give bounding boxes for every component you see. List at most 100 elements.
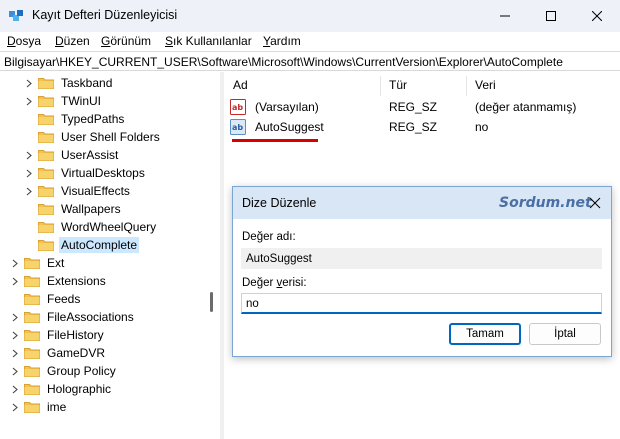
tree-item[interactable]: FileHistory [10,326,106,344]
tree-item[interactable]: FileAssociations [10,308,136,326]
tree-item-label: Feeds [47,292,81,306]
tree-item-label: UserAssist [61,148,119,162]
column-header-type[interactable]: Tür [389,78,407,92]
tree-item[interactable]: VirtualDesktops [24,164,147,182]
chevron-right-icon[interactable] [24,164,34,182]
menu-view[interactable]: Görünüm [101,34,151,48]
value-row[interactable]: ab AutoSuggest REG_SZ no [230,118,620,136]
folder-icon [24,401,40,413]
tree-item[interactable]: VisualEffects [24,182,132,200]
chevron-right-icon[interactable] [24,92,34,110]
tree-item-label: Wallpapers [61,202,121,216]
title-bar: Kayıt Defteri Düzenleyicisi [0,0,620,32]
chevron-right-icon[interactable] [10,344,20,362]
chevron-right-icon[interactable] [10,326,20,344]
folder-icon [38,77,54,89]
tree-item[interactable]: UserAssist [24,146,120,164]
maximize-icon [546,11,556,21]
value-type: REG_SZ [389,100,438,114]
cancel-button[interactable]: İptal [529,323,601,345]
dialog-title-bar: Dize Düzenle Sordum.net [233,187,611,219]
folder-icon [38,239,54,251]
chevron-right-icon[interactable] [10,272,20,290]
tree-item[interactable]: WordWheelQuery [24,218,158,236]
tree-item[interactable]: Feeds [10,290,82,308]
tree-scrollbar[interactable] [203,72,220,439]
tree-item-label: Ext [47,256,65,270]
menu-bar: Dosya Düzen Görünüm Sık Kullanılanlar Ya… [0,32,620,51]
tree-item-label: Holographic [47,382,112,396]
tree-item-label: Taskband [61,76,113,90]
maximize-button[interactable] [528,0,574,32]
folder-icon [38,203,54,215]
edit-string-dialog: Dize Düzenle Sordum.net Değer adı: AutoS… [232,186,612,357]
dialog-close-button[interactable] [587,195,603,211]
tree-item-label: Group Policy [47,364,116,378]
key-tree: Taskband TWinUI TypedPaths User Shell Folde… [0,72,220,439]
chevron-right-icon[interactable] [24,182,34,200]
string-value-icon: ab [230,99,246,115]
tree-item[interactable]: ime [10,398,68,416]
tree-item[interactable]: TypedPaths [24,110,126,128]
tree-item[interactable]: AutoComplete [24,236,140,254]
tree-scrollbar-thumb[interactable] [210,292,213,312]
value-row[interactable]: ab (Varsayılan) REG_SZ (değer atanmamış) [230,98,620,116]
ok-button[interactable]: Tamam [449,323,521,345]
tree-item-label: FileAssociations [47,310,134,324]
minimize-button[interactable] [482,0,528,32]
value-name: (Varsayılan) [255,100,319,114]
tree-item[interactable]: Group Policy [10,362,118,380]
watermark: Sordum.net [499,195,592,211]
tree-item[interactable]: Holographic [10,380,113,398]
value-name: AutoSuggest [255,120,324,134]
folder-icon [24,311,40,323]
tree-item-label: GameDVR [47,346,106,360]
tree-item-label: Extensions [47,274,106,288]
menu-edit[interactable]: Düzen [55,34,90,48]
svg-text:ab: ab [232,123,243,132]
close-button[interactable] [574,0,620,32]
tree-item[interactable]: TWinUI [24,92,103,110]
column-separator[interactable] [466,76,467,96]
chevron-right-icon[interactable] [10,254,20,272]
tree-item[interactable]: GameDVR [10,344,107,362]
folder-icon [24,347,40,359]
folder-icon [38,113,54,125]
tree-item[interactable]: User Shell Folders [24,128,162,146]
menu-file[interactable]: Dosya [7,34,41,48]
tree-item[interactable]: Wallpapers [24,200,123,218]
registry-app-icon [8,8,24,24]
window-title: Kayıt Defteri Düzenleyicisi [32,8,178,22]
value-data-input[interactable]: no [241,293,602,314]
tree-item-label: FileHistory [47,328,104,342]
chevron-right-icon[interactable] [24,146,34,164]
close-icon [589,197,601,209]
column-header-name[interactable]: Ad [233,78,248,92]
chevron-right-icon[interactable] [24,74,34,92]
address-bar[interactable]: Bilgisayar\HKEY_CURRENT_USER\Software\Mi… [0,51,620,71]
folder-icon [38,149,54,161]
tree-item-label: User Shell Folders [61,130,160,144]
chevron-right-icon[interactable] [10,308,20,326]
folder-icon [24,293,40,305]
annotation-underline [232,139,318,142]
string-value-icon: ab [230,119,246,135]
tree-item[interactable]: Extensions [10,272,108,290]
tree-item-label: VisualEffects [61,184,130,198]
tree-item[interactable]: Ext [10,254,66,272]
chevron-right-icon[interactable] [10,398,20,416]
chevron-right-icon[interactable] [10,380,20,398]
dialog-title: Dize Düzenle [242,196,317,210]
menu-help[interactable]: Yardım [263,34,301,48]
menu-favorites[interactable]: Sık Kullanılanlar [165,34,252,48]
tree-item[interactable]: Taskband [24,74,114,92]
svg-text:ab: ab [232,103,243,112]
column-header-data[interactable]: Veri [475,78,496,92]
folder-icon [24,329,40,341]
folder-icon [38,95,54,107]
column-separator[interactable] [380,76,381,96]
chevron-right-icon[interactable] [10,362,20,380]
folder-icon [38,221,54,233]
